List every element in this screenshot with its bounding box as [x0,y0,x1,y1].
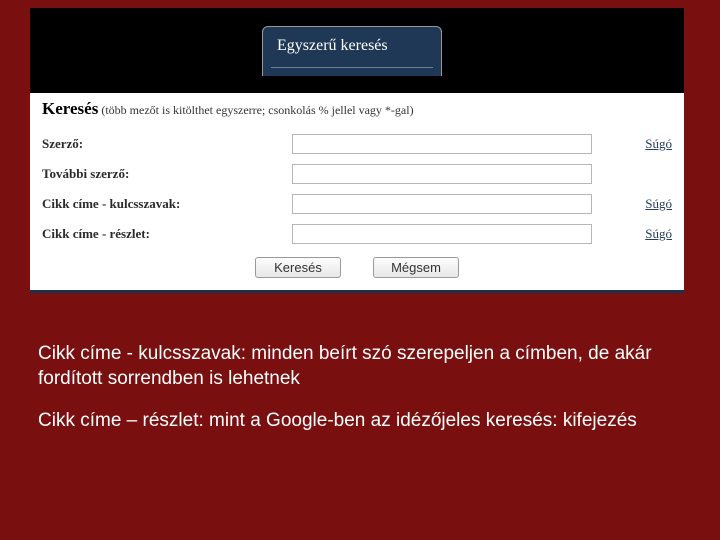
input-author[interactable] [292,134,592,154]
heading-strong: Keresés [42,99,98,118]
cancel-button[interactable]: Mégsem [373,257,459,278]
label-title-keywords: Cikk címe - kulcsszavak: [42,196,292,212]
field-row-author: Szerző: Súgó [42,129,672,159]
search-button[interactable]: Keresés [255,257,341,278]
slide: Egyszerű keresés Keresés (több mezőt is … [0,0,720,540]
field-row-title-phrase: Cikk címe - részlet: Súgó [42,219,672,249]
label-more-author: További szerző: [42,166,292,182]
label-author: Szerző: [42,136,292,152]
field-row-more-author: További szerző: [42,159,672,189]
button-row: Keresés Mégsem [42,257,672,278]
field-row-title-keywords: Cikk címe - kulcsszavak: Súgó [42,189,672,219]
fields: Szerző: Súgó További szerző: Cikk címe -… [42,129,672,249]
note-1: Cikk címe - kulcsszavak: minden beírt sz… [38,342,686,391]
help-title-keywords[interactable]: Súgó [645,196,672,212]
note-2: Cikk címe – részlet: mint a Google-ben a… [38,409,686,434]
help-author[interactable]: Súgó [645,136,672,152]
input-title-keywords[interactable] [292,194,592,214]
tab-simple-search[interactable]: Egyszerű keresés [262,26,442,76]
panel-heading: Keresés (több mezőt is kitölthet egyszer… [42,99,672,119]
input-more-author[interactable] [292,164,592,184]
slide-notes: Cikk címe - kulcsszavak: minden beírt sz… [38,342,686,452]
heading-hint: (több mezőt is kitölthet egyszerre; cson… [101,103,413,117]
label-title-phrase: Cikk címe - részlet: [42,226,292,242]
help-title-phrase[interactable]: Súgó [645,226,672,242]
input-title-phrase[interactable] [292,224,592,244]
search-panel: Keresés (több mezőt is kitölthet egyszer… [30,93,684,293]
tab-label: Egyszerű keresés [277,37,388,54]
